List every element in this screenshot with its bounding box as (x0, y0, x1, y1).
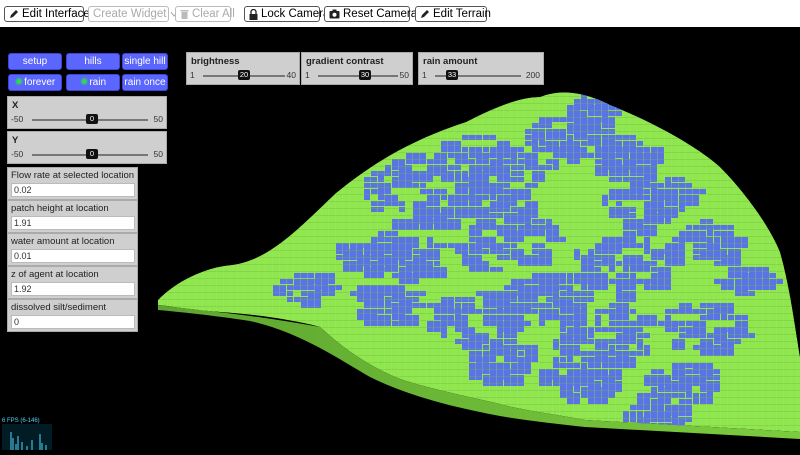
camera-icon (329, 9, 340, 19)
monitor-value: 0.01 (11, 249, 135, 263)
rain-button[interactable]: ✺rain (66, 74, 120, 91)
reset-camera-button[interactable]: Reset Camera (324, 6, 417, 22)
monitor-value: 0.02 (11, 183, 135, 197)
hills-button[interactable]: hills (66, 53, 120, 70)
rain-amount-slider-max: 200 (525, 70, 540, 80)
pencil-icon (421, 10, 429, 18)
lock-icon (249, 8, 258, 20)
toolbar: Edit Interface Create Widget Clear All L… (0, 0, 800, 27)
gradient-contrast-slider-min: 1 (305, 70, 310, 80)
edit-interface-button[interactable]: Edit Interface (4, 6, 90, 22)
forever-label: forever (24, 77, 56, 88)
y-slider-min: -50 (11, 149, 24, 159)
rain-amount-slider-thumb[interactable]: 33 (446, 70, 458, 80)
monitor-label: water amount at location (11, 236, 115, 247)
monitor-value: 0 (11, 315, 135, 329)
brightness-slider-max: 40 (286, 70, 296, 80)
rain-amount-slider[interactable]: rain amount 1 33 200 (418, 52, 544, 85)
setup-button[interactable]: setup (8, 53, 62, 70)
rain-gear-icon: ✺ (79, 77, 89, 88)
pencil-icon (10, 10, 18, 18)
brightness-slider-thumb[interactable]: 20 (238, 70, 250, 80)
x-slider-label: X (12, 100, 19, 111)
fps-graph (2, 424, 52, 450)
sediment-monitor: dissolved silt/sediment 0 (7, 299, 138, 332)
gradient-contrast-slider-label: gradient contrast (306, 56, 384, 67)
clear-all-label: Clear All (192, 8, 235, 20)
lock-camera-button[interactable]: Lock Camera (244, 6, 329, 22)
monitor-label: z of agent at location (11, 269, 99, 280)
flow-rate-monitor: Flow rate at selected location 0.02 (7, 167, 138, 200)
water-amount-monitor: water amount at location 0.01 (7, 233, 138, 266)
x-slider[interactable]: X -50 0 50 (7, 96, 167, 129)
setup-label: setup (22, 56, 48, 67)
rain-once-label: rain once (124, 77, 166, 88)
edit-terrain-label: Edit Terrain (433, 8, 491, 20)
x-slider-thumb[interactable]: 0 (86, 114, 98, 124)
agent-z-monitor: z of agent at location 1.92 (7, 266, 138, 299)
single-hill-button[interactable]: single hill (122, 53, 168, 70)
rain-amount-slider-min: 1 (422, 70, 427, 80)
brightness-slider-min: 1 (190, 70, 195, 80)
create-widget-button[interactable]: Create Widget (88, 6, 177, 22)
y-slider-max: 50 (153, 149, 163, 159)
single-hill-label: single hill (124, 56, 166, 67)
hills-label: hills (84, 56, 102, 67)
monitor-label: dissolved silt/sediment (11, 302, 107, 313)
forever-button[interactable]: ✺forever (8, 74, 62, 91)
edit-interface-label: Edit Interface (22, 8, 90, 20)
monitor-value: 1.92 (11, 282, 135, 296)
forever-gear-icon: ✺ (14, 77, 24, 88)
brightness-slider[interactable]: brightness 1 20 40 (186, 52, 300, 85)
gradient-contrast-slider-max: 50 (399, 70, 409, 80)
monitor-value: 1.91 (11, 216, 135, 230)
gradient-contrast-slider-thumb[interactable]: 30 (359, 70, 371, 80)
x-slider-max: 50 (153, 114, 163, 124)
gradient-contrast-slider-track[interactable] (318, 75, 398, 77)
brightness-slider-label: brightness (191, 56, 240, 67)
button-panel: setup hills single hill ✺forever ✺rain r… (3, 52, 168, 92)
monitor-label: patch height at location (11, 203, 109, 214)
x-slider-min: -50 (11, 114, 24, 124)
clear-all-button[interactable]: Clear All (175, 6, 235, 22)
y-slider-label: Y (12, 135, 19, 146)
terrain-grid (158, 92, 800, 433)
y-slider[interactable]: Y -50 0 50 (7, 131, 167, 164)
patch-height-monitor: patch height at location 1.91 (7, 200, 138, 233)
rain-once-button[interactable]: rain once (122, 74, 168, 91)
rain-amount-slider-label: rain amount (423, 56, 478, 67)
gradient-contrast-slider[interactable]: gradient contrast 1 30 50 (301, 52, 413, 85)
monitor-label: Flow rate at selected location (11, 170, 135, 181)
create-widget-label: Create Widget (93, 8, 167, 20)
water-patch (609, 99, 622, 104)
lock-camera-label: Lock Camera (261, 8, 330, 20)
edit-terrain-button[interactable]: Edit Terrain (415, 6, 491, 22)
rain-label: rain (89, 77, 107, 88)
fps-graph-bars (10, 432, 47, 450)
trash-icon (180, 10, 189, 19)
reset-camera-label: Reset Camera (343, 8, 418, 20)
y-slider-thumb[interactable]: 0 (86, 149, 98, 159)
